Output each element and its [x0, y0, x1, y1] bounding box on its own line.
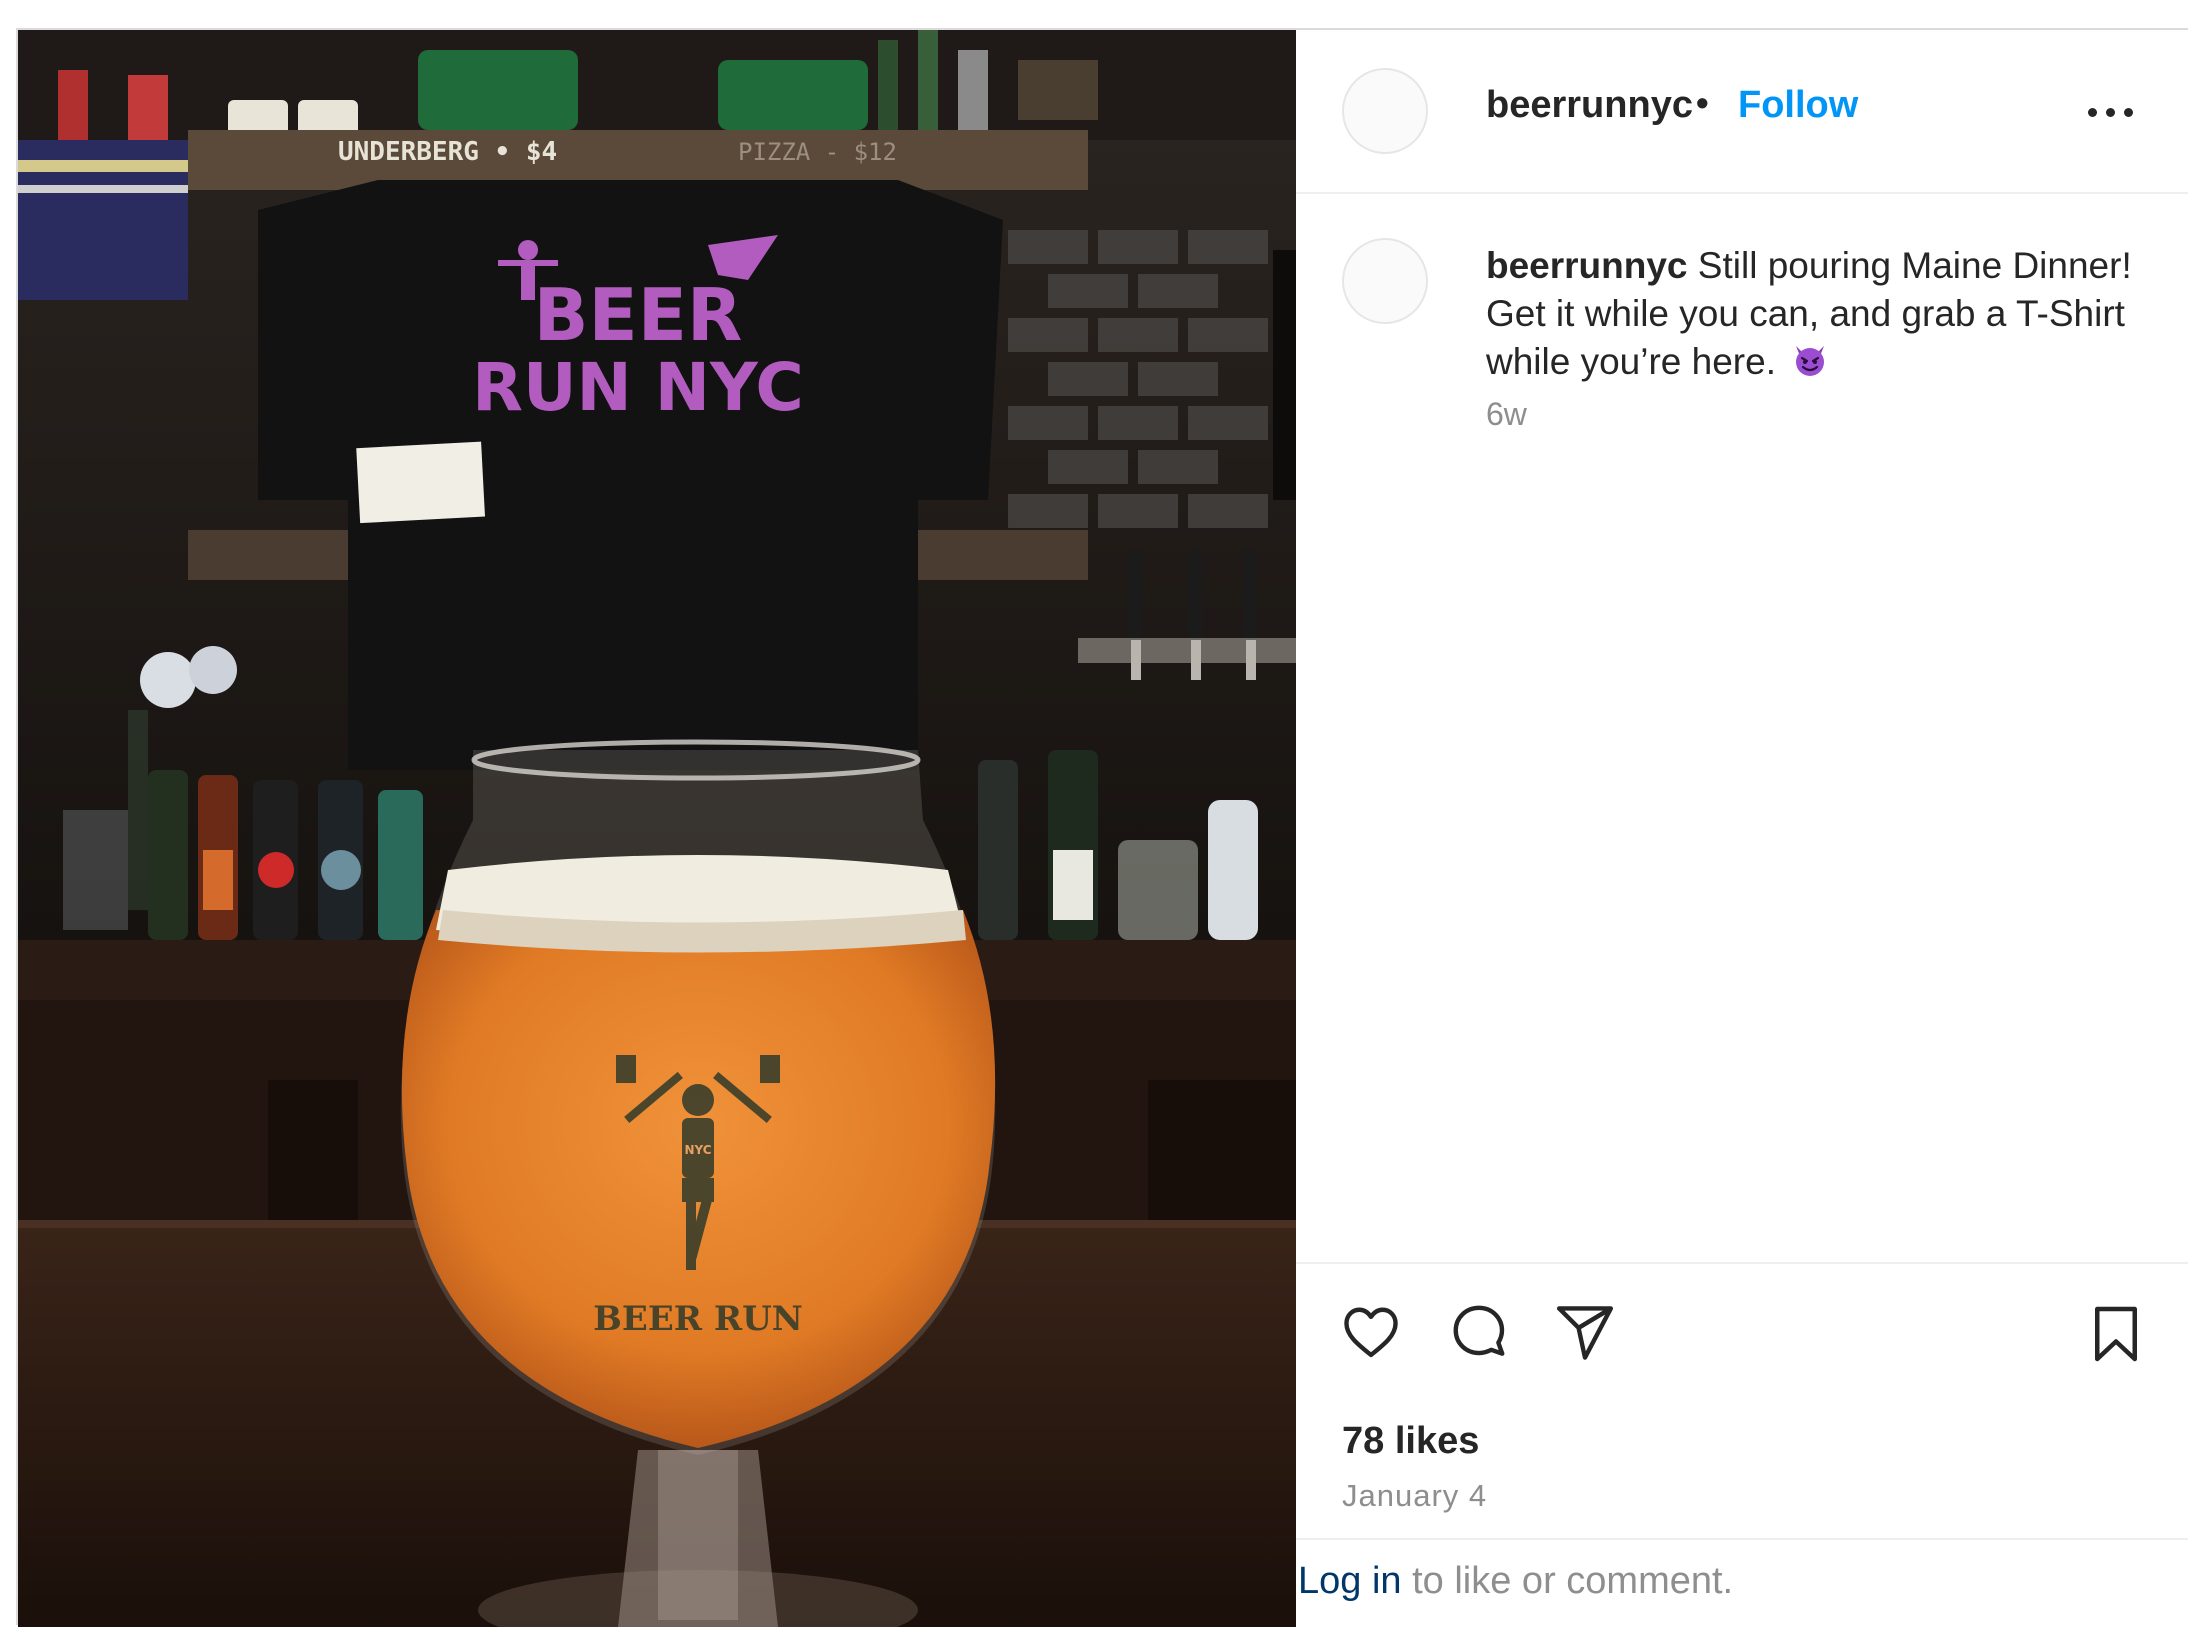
heart-icon[interactable] [1340, 1302, 1402, 1364]
bar-scene-illustration: UNDERBERG • $4 PIZZA - $12 BEER RUN NYC [18, 30, 1296, 1627]
follow-button[interactable]: Follow [1738, 84, 1858, 127]
caption-timestamp[interactable]: 6w [1486, 396, 1527, 433]
shirt-text-line2: RUN NYC [472, 349, 804, 426]
post-side-panel: beerrunnyc • Follow beerrunnyc Still pou… [1296, 30, 2188, 1625]
caption-username[interactable]: beerrunnyc [1486, 245, 1688, 286]
header-separator: • [1696, 82, 1709, 123]
share-icon[interactable] [1554, 1302, 1616, 1364]
more-options-icon[interactable] [2086, 90, 2136, 130]
post-header: beerrunnyc • Follow [1296, 30, 2188, 194]
glass-print-small: NYC [684, 1143, 711, 1157]
shelf-label-left: UNDERBERG • $4 [338, 137, 557, 167]
login-suffix: to like or comment. [1401, 1560, 1734, 1602]
instagram-post: UNDERBERG • $4 PIZZA - $12 BEER RUN NYC [16, 28, 2188, 1627]
post-photo[interactable]: UNDERBERG • $4 PIZZA - $12 BEER RUN NYC [18, 30, 1296, 1627]
likes-count[interactable]: 78 likes [1342, 1420, 1479, 1463]
login-prompt: Log in to like or comment. [1296, 1538, 2188, 1625]
header-username[interactable]: beerrunnyc [1486, 84, 1693, 127]
caption-text: beerrunnyc Still pouring Maine Dinner! G… [1486, 242, 2146, 386]
shirt-text-line1: BEER [534, 273, 743, 357]
caption-avatar[interactable] [1342, 238, 1428, 324]
bookmark-icon[interactable] [2086, 1304, 2146, 1364]
shelf-label-right: PIZZA - $12 [738, 138, 897, 166]
login-link[interactable]: Log in [1298, 1560, 1402, 1602]
post-date[interactable]: January 4 [1342, 1478, 1487, 1514]
caption-area: beerrunnyc Still pouring Maine Dinner! G… [1296, 196, 2188, 1296]
smiling-devil-emoji [1796, 346, 1825, 376]
glass-print-text: BEER RUN [593, 1299, 803, 1339]
avatar[interactable] [1342, 68, 1428, 154]
comment-icon[interactable] [1448, 1302, 1510, 1364]
